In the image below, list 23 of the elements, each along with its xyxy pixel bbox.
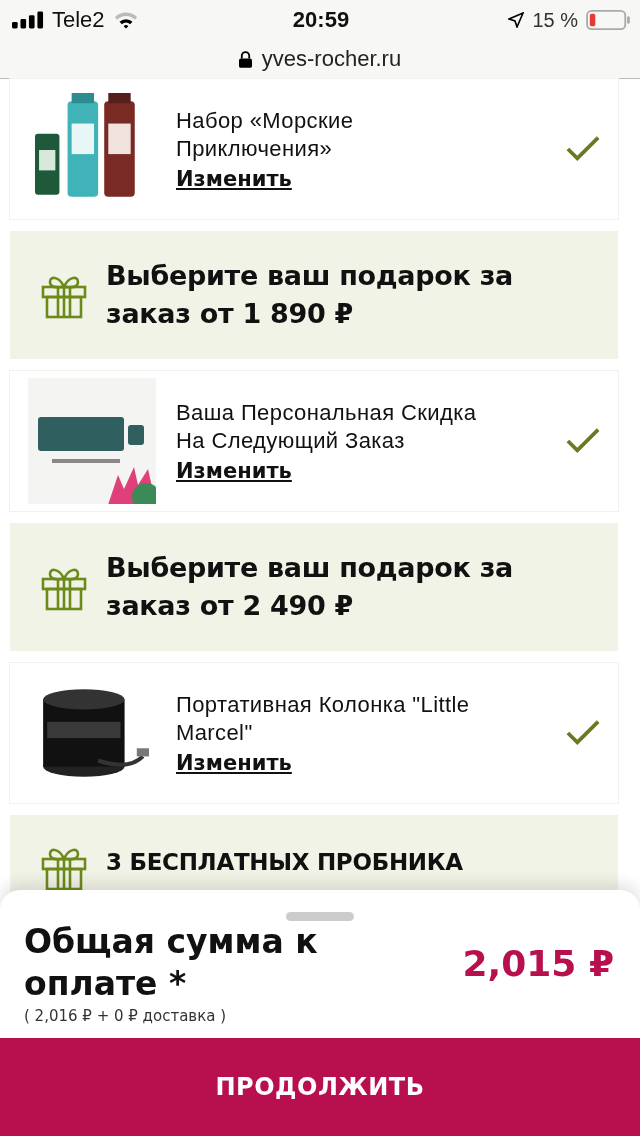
signal-icon [12,11,44,29]
section-title: Выберите ваш подарок за заказ от 2 490 ₽ [106,551,514,623]
wifi-icon [112,10,139,30]
product-name: Набор «Морские Приключения» [176,107,355,163]
change-link[interactable]: Изменить [176,751,292,775]
drag-handle[interactable] [286,912,354,921]
battery-percent: 15 % [532,8,578,32]
battery-icon [586,10,630,30]
clock-time: 20:59 [292,7,350,33]
product-name: Ваша Персональная Скидка На Следующий Заказ [176,399,478,455]
total-breakdown: ( 2,016 ₽ + 0 ₽ доставка ) [23,1007,228,1025]
location-arrow-icon [508,12,525,28]
carrier-name: Tele2 [52,7,105,33]
section-title: Выберите ваш подарок за заказ от 1 890 ₽ [106,259,514,331]
product-name: Портативная Колонка "Little Marcel" [176,691,471,747]
section-title: 3 БЕСПЛАТНЫХ ПРОБНИКА [106,848,463,877]
total-label: Общая сумма к оплате * [24,921,319,1005]
total-amount: 2,015 ₽ [462,942,614,984]
change-link[interactable]: Изменить [176,167,292,191]
lock-icon [238,50,252,68]
change-link[interactable]: Изменить [176,459,292,483]
page-url[interactable]: yves-rocher.ru [261,46,402,72]
continue-button[interactable]: ПРОДОЛЖИТЬ [0,1038,640,1136]
